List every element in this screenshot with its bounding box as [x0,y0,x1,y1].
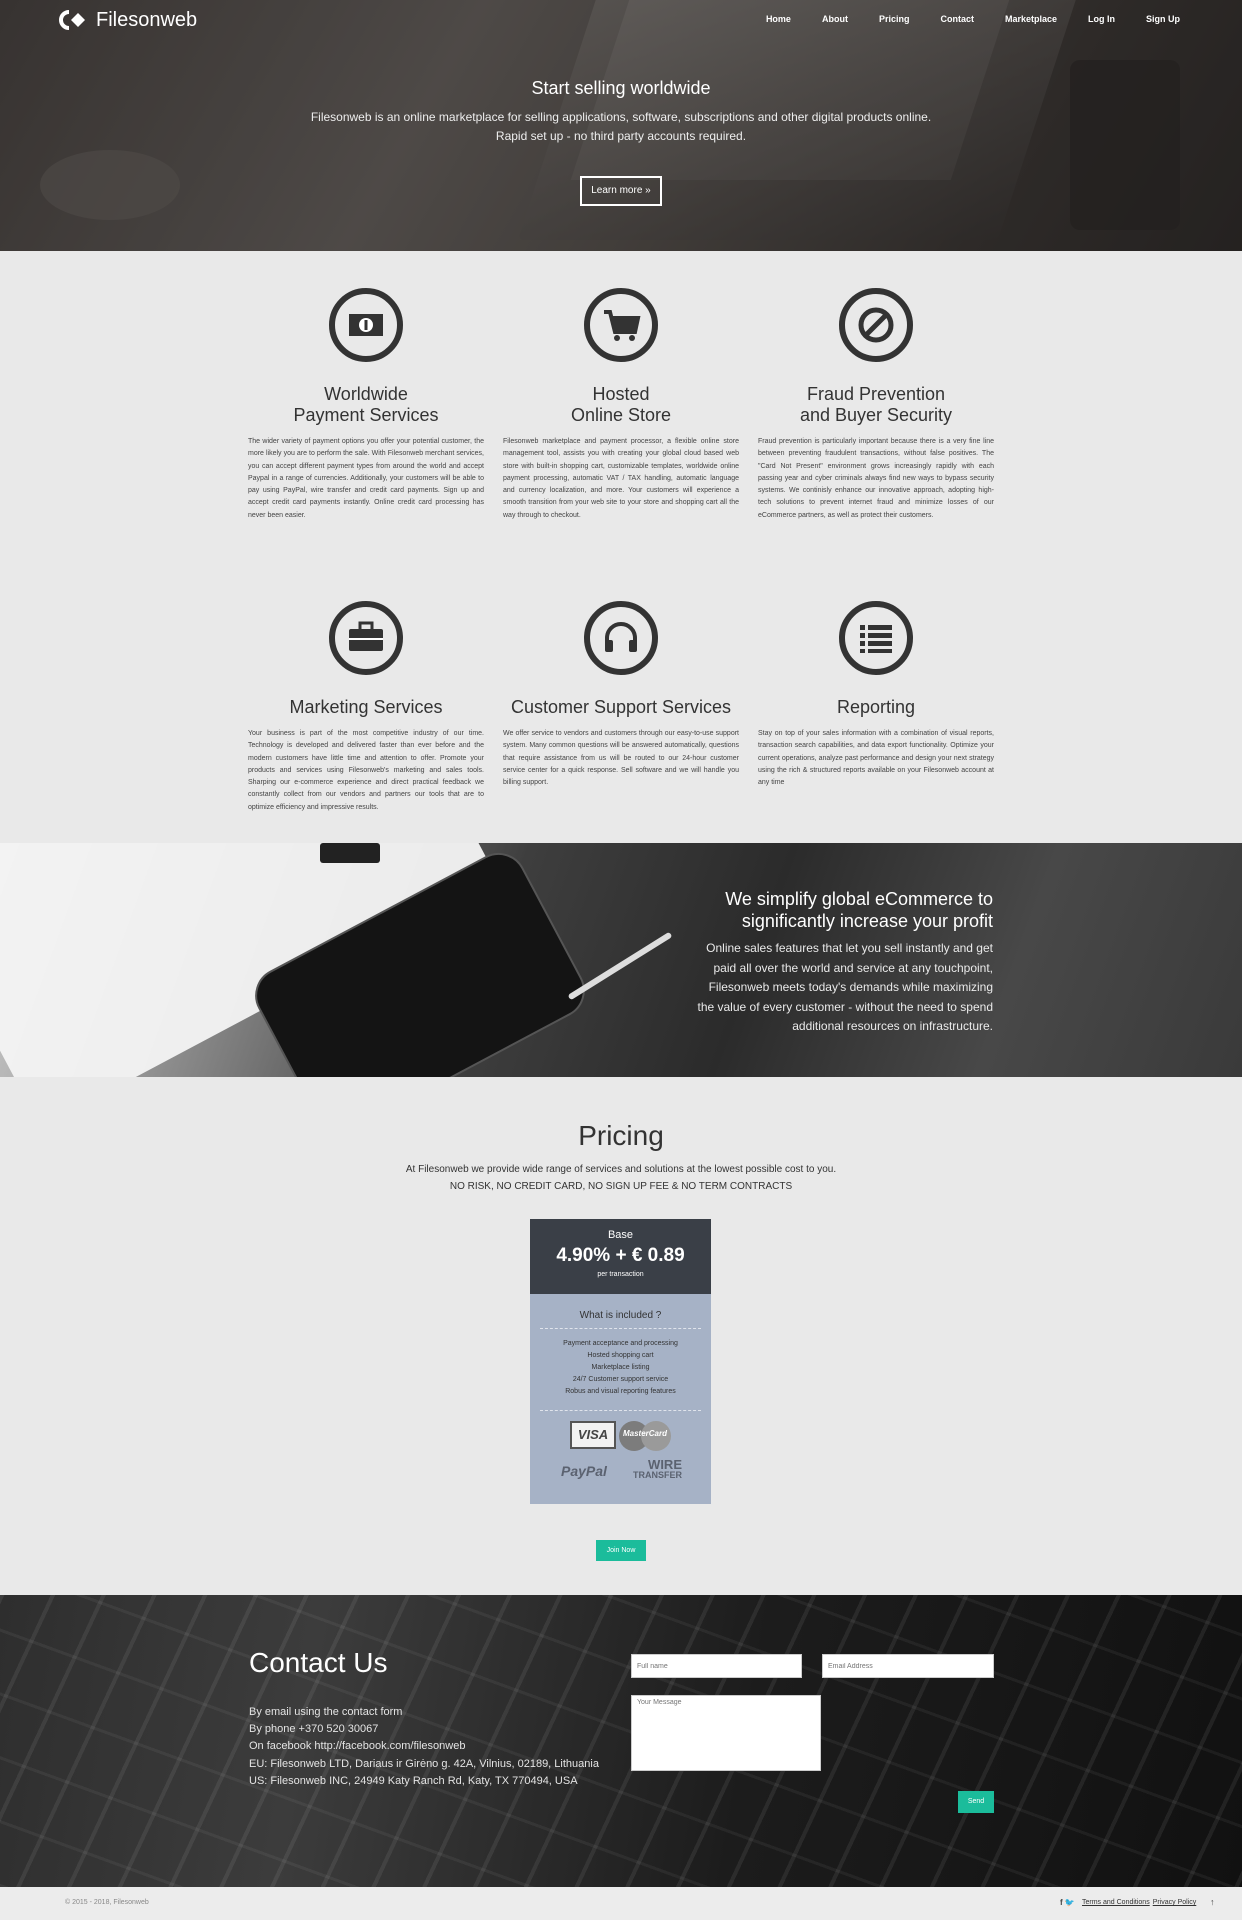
hero-subtitle: Filesonweb is an online marketplace for … [310,110,932,124]
feature-title: Reporting [836,697,916,717]
nav-login[interactable]: Log In [1088,14,1115,24]
list-item: Robus and visual reporting features [565,1388,676,1395]
learn-more-button[interactable]: Learn more » [580,176,662,206]
scroll-top-icon[interactable]: ↑ [1210,1897,1215,1907]
privacy-link[interactable]: Privacy Policy [1153,1899,1197,1906]
paypal-logo: PayPal [561,1463,607,1479]
contact-facebook: On facebook http://facebook.com/filesonw… [249,1740,466,1753]
join-now-button[interactable]: Join Now [596,1540,646,1561]
contact-info: By email using the contact form By phone… [249,1704,599,1790]
feature-title: Marketing Services [289,697,443,717]
feature-support: Customer Support Services We offer servi… [503,601,739,789]
money-icon [329,288,403,362]
feature-text: Your business is part of the most compet… [248,730,484,811]
pricing-subtitle: At Filesonweb we provide wide range of s… [405,1164,837,1175]
contact-eu-address: EU: Filesonweb LTD, Dariaus ir Girėno g.… [249,1757,599,1770]
main-nav: Home About Pricing Contact Marketplace L… [735,14,1180,24]
pricing-card-header: Base 4.90% + € 0.89 per transaction [530,1219,711,1294]
feature-title: Fraud Prevention and Buyer Security [799,384,953,425]
list-icon [839,601,913,675]
contact-email: By email using the contact form [249,1706,403,1718]
brand-logo[interactable]: Filesonweb [58,8,197,32]
mastercard-logo: MasterCard [619,1421,671,1451]
band-pen-image [567,931,673,1001]
copyright-text: © 2015 - 2018, Filesonweb [65,1899,149,1906]
nav-marketplace[interactable]: Marketplace [1005,14,1057,24]
full-name-input[interactable] [631,1654,802,1678]
feature-title: Customer Support Services [510,697,732,717]
footer: © 2015 - 2018, Filesonweb f 🐦 Terms and … [0,1887,1242,1920]
feature-title: Hosted Online Store [570,384,672,425]
wire-transfer-logo: WIRE TRANSFER [633,1457,682,1480]
headphones-icon [584,601,658,675]
pricing-title: Pricing [578,1120,664,1151]
social-icons[interactable]: f 🐦 [1060,1898,1075,1907]
visa-logo: VISA [570,1421,616,1449]
footer-links: Terms and Conditions Privacy Policy [1082,1899,1199,1906]
plan-name: Base [607,1229,634,1241]
included-title: What is included ? [540,1310,701,1329]
list-item: 24/7 Customer support service [572,1376,669,1383]
pricing-subtitle-2: NO RISK, NO CREDIT CARD, NO SIGN UP FEE … [449,1181,793,1192]
briefcase-icon [329,601,403,675]
feature-text: Stay on top of your sales information wi… [758,730,994,787]
feature-text: Fraud prevention is particularly importa… [758,438,994,519]
feature-text: We offer service to vendors and customer… [503,730,739,787]
email-input[interactable] [822,1654,994,1678]
nav-about[interactable]: About [822,14,848,24]
feature-title: Worldwide Payment Services [293,384,439,425]
feature-text: The wider variety of payment options you… [248,438,484,519]
list-item: Marketplace listing [591,1364,650,1371]
logo-icon [58,8,86,32]
send-button[interactable]: Send [958,1791,994,1813]
contact-title: Contact Us [249,1647,388,1678]
band-text: Online sales features that let you sell … [697,941,993,1033]
hero-subtitle-2: Rapid set up - no third party accounts r… [495,129,747,143]
message-textarea[interactable] [631,1695,821,1771]
nav-signup[interactable]: Sign Up [1146,14,1180,24]
plan-price-unit: per transaction [597,1271,644,1278]
contact-section [0,1595,1242,1887]
feature-payment: Worldwide Payment Services The wider var… [248,288,484,522]
feature-fraud: Fraud Prevention and Buyer Security Frau… [758,288,994,522]
hero-title: Start selling worldwide [531,78,711,98]
contact-us-address: US: Filesonweb INC, 24949 Katy Ranch Rd,… [249,1774,578,1787]
nav-home[interactable]: Home [766,14,791,24]
band-title: We simplify global eCommerce to signific… [725,889,993,931]
included-list: Payment acceptance and processing Hosted… [540,1338,701,1411]
nav-pricing[interactable]: Pricing [879,14,910,24]
top-navbar: Filesonweb Home About Pricing Contact Ma… [0,0,1242,42]
payment-logos: VISA MasterCard PayPal WIRE TRANSFER [530,1411,711,1491]
list-item: Payment acceptance and processing [563,1340,678,1347]
terms-link[interactable]: Terms and Conditions [1082,1899,1150,1906]
promo-band [0,843,1242,1077]
list-item: Hosted shopping cart [587,1352,654,1359]
feature-marketing: Marketing Services Your business is part… [248,601,484,814]
nav-contact[interactable]: Contact [940,14,974,24]
plan-price: 4.90% + € 0.89 [556,1245,685,1266]
pricing-card: Base 4.90% + € 0.89 per transaction What… [530,1219,711,1504]
feature-store: Hosted Online Store Filesonweb marketpla… [503,288,739,522]
brand-name: Filesonweb [96,8,198,31]
cart-icon [584,288,658,362]
contact-phone: By phone +370 520 30067 [249,1723,379,1736]
feature-text: Filesonweb marketplace and payment proce… [503,438,739,519]
feature-reporting: Reporting Stay on top of your sales info… [758,601,994,789]
ban-icon [839,288,913,362]
